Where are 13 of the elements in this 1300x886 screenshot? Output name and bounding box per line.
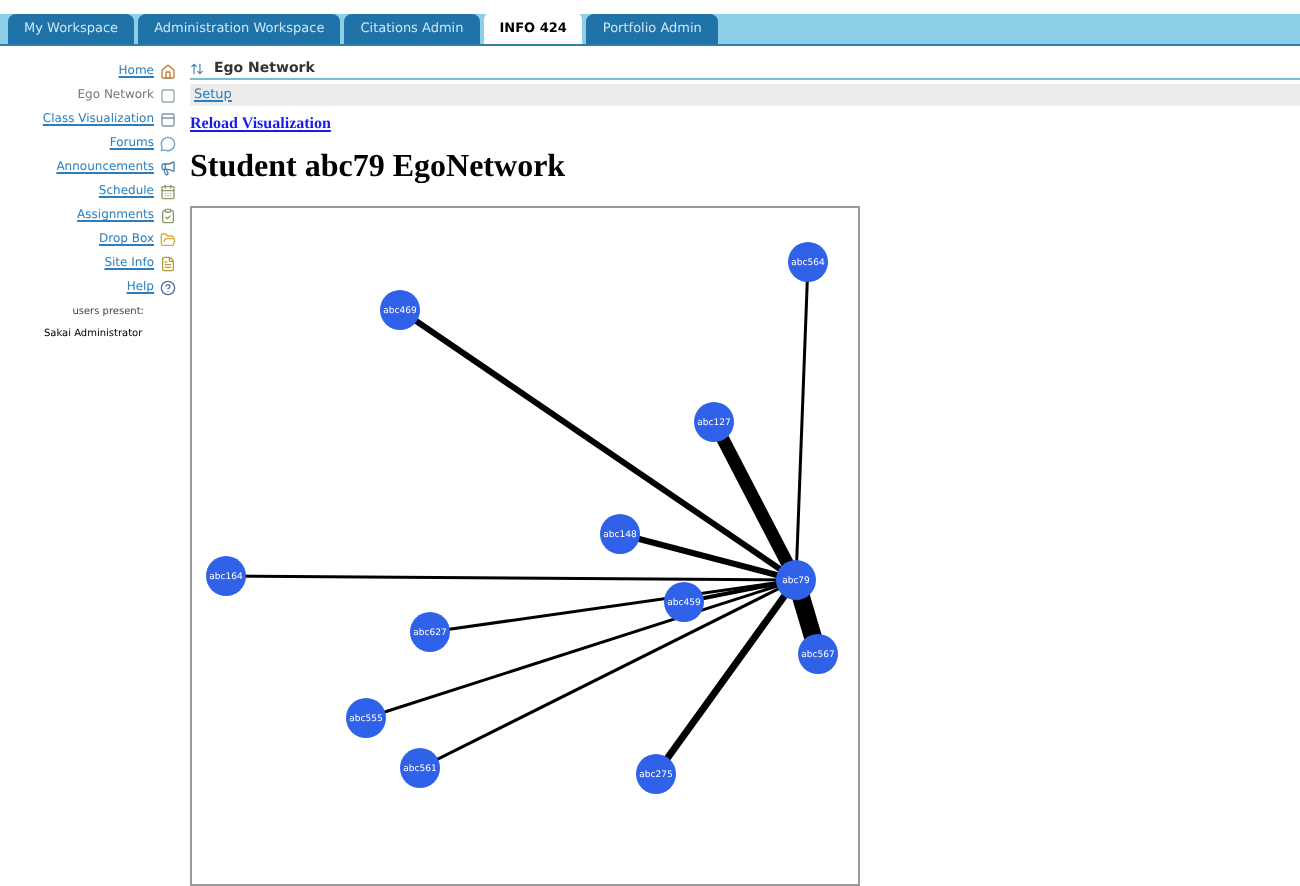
- document-icon: [160, 255, 176, 271]
- square-icon: [160, 87, 176, 103]
- megaphone-icon: [160, 159, 176, 175]
- folder-icon: [160, 231, 176, 247]
- window-icon: [160, 111, 176, 127]
- house-icon: [160, 63, 176, 79]
- reload-link[interactable]: Reload Visualization: [190, 112, 1300, 136]
- help-icon: [160, 279, 176, 295]
- clipboard-icon: [160, 207, 176, 223]
- calendar-icon: [160, 183, 176, 199]
- reorder-icon[interactable]: [190, 61, 204, 75]
- speech-bubble-icon: [160, 135, 176, 151]
- page-heading: Student abc79 EgoNetwork: [190, 152, 568, 184]
